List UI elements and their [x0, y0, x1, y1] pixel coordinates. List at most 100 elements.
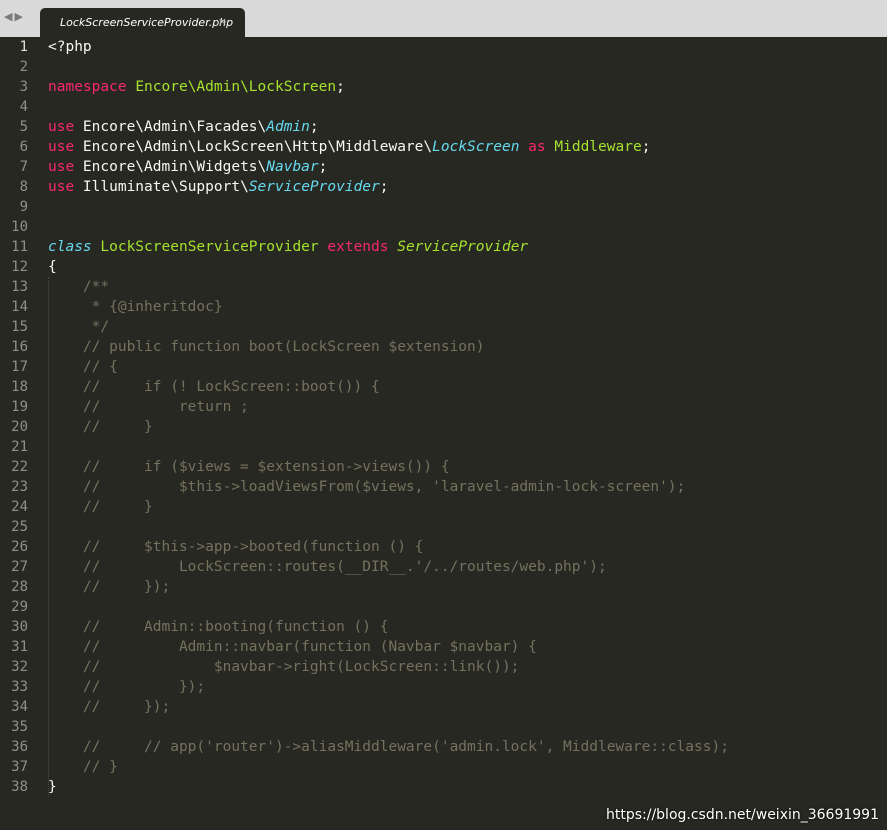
- code-text: */: [48, 317, 109, 337]
- code-line[interactable]: 28 // });: [0, 577, 887, 597]
- code-line[interactable]: 1 <?php: [0, 37, 887, 57]
- code-token: // }: [48, 419, 153, 435]
- code-line[interactable]: 14 * {@inheritdoc}: [0, 297, 887, 317]
- code-token: as: [528, 139, 546, 155]
- code-line[interactable]: 7 use Encore\Admin\Widgets\Navbar;: [0, 157, 887, 177]
- code-token: // }: [48, 759, 118, 775]
- code-line[interactable]: 6 use Encore\Admin\LockScreen\Http\Middle…: [0, 137, 887, 157]
- line-number: 12: [11, 259, 28, 275]
- code-line[interactable]: 37 // }: [0, 757, 887, 777]
- code-token: // }: [48, 499, 153, 515]
- line-number: 18: [11, 379, 28, 395]
- line-number: 22: [11, 459, 28, 475]
- code-text: // LockScreen::routes(__DIR__.'/../route…: [48, 557, 607, 577]
- code-token: Encore\Admin\LockScreen\Http\Middleware\: [74, 139, 433, 155]
- code-text: {: [48, 257, 57, 277]
- code-token: ServiceProvider: [248, 179, 380, 195]
- code-line[interactable]: 38}: [0, 777, 887, 797]
- code-line[interactable]: 29: [0, 597, 887, 617]
- code-line[interactable]: 31 // Admin::navbar(function (Navbar $na…: [0, 637, 887, 657]
- close-icon[interactable]: ×: [218, 15, 227, 28]
- code-line[interactable]: 13 /**: [0, 277, 887, 297]
- code-line[interactable]: 24 // }: [0, 497, 887, 517]
- line-number: 8: [19, 179, 28, 195]
- code-token: // Admin::navbar(function (Navbar $navba…: [48, 639, 537, 655]
- code-token: /**: [48, 279, 110, 295]
- code-line[interactable]: 18 // if (! LockScreen::boot()) {: [0, 377, 887, 397]
- file-tab[interactable]: LockScreenServiceProvider.php ×: [40, 8, 245, 37]
- code-text: // public function boot(LockScreen $exte…: [48, 337, 485, 357]
- code-line[interactable]: 35: [0, 717, 887, 737]
- line-number: 16: [11, 339, 28, 355]
- code-token: }: [48, 779, 57, 795]
- code-token: ;: [309, 119, 319, 135]
- code-line[interactable]: 21: [0, 437, 887, 457]
- code-editor[interactable]: 1 <?php 2 3 namespace Encore\Admin\LockScree…: [0, 37, 887, 830]
- code-token: <?php: [48, 39, 92, 55]
- line-number: 7: [19, 159, 28, 175]
- code-token: // // app('router')->aliasMiddleware('ad…: [48, 739, 729, 755]
- code-line[interactable]: 11 class LockScreenServiceProvider extend…: [0, 237, 887, 257]
- code-line[interactable]: 27 // LockScreen::routes(__DIR__.'/../ro…: [0, 557, 887, 577]
- line-number: 6: [19, 139, 28, 155]
- code-line[interactable]: 19 // return ;: [0, 397, 887, 417]
- line-number: 9: [19, 199, 28, 215]
- line-number: 17: [11, 359, 28, 375]
- code-line[interactable]: 9: [0, 197, 887, 217]
- code-line[interactable]: 12 {: [0, 257, 887, 277]
- code-token: // $this->app->booted(function () {: [48, 539, 424, 555]
- code-token: ;: [641, 139, 651, 155]
- line-number: 23: [11, 479, 28, 495]
- code-token: // });: [48, 679, 206, 695]
- code-line[interactable]: 33 // });: [0, 677, 887, 697]
- code-line[interactable]: 17 // {: [0, 357, 887, 377]
- code-token: ;: [336, 79, 345, 95]
- code-line[interactable]: 2: [0, 57, 887, 77]
- code-line[interactable]: 23 // $this->loadViewsFrom($views, 'lara…: [0, 477, 887, 497]
- code-token: extends: [327, 239, 389, 255]
- code-line[interactable]: 15 */: [0, 317, 887, 337]
- code-token: // });: [48, 699, 171, 715]
- code-token: ;: [318, 159, 328, 175]
- line-number: 31: [11, 639, 28, 655]
- line-number: 4: [19, 99, 28, 115]
- code-line[interactable]: 16 // public function boot(LockScreen $e…: [0, 337, 887, 357]
- code-line[interactable]: 36 // // app('router')->aliasMiddleware(…: [0, 737, 887, 757]
- watermark-url: https://blog.csdn.net/weixin_36691991: [605, 807, 879, 823]
- code-text: // }: [48, 757, 118, 777]
- code-text: class LockScreenServiceProvider extends …: [48, 237, 528, 257]
- code-line[interactable]: 10: [0, 217, 887, 237]
- code-text: // $this->loadViewsFrom($views, 'laravel…: [48, 477, 685, 497]
- code-line[interactable]: 3 namespace Encore\Admin\LockScreen;: [0, 77, 887, 97]
- code-line[interactable]: 5 use Encore\Admin\Facades\Admin;: [0, 117, 887, 137]
- line-number: 28: [11, 579, 28, 595]
- code-token: use: [48, 119, 75, 135]
- line-number: 29: [11, 599, 28, 615]
- line-number: 10: [11, 219, 28, 235]
- code-token: // $this->loadViewsFrom($views, 'laravel…: [48, 479, 686, 495]
- code-text: * {@inheritdoc}: [48, 297, 223, 317]
- line-number: 3: [19, 79, 28, 95]
- code-token: Admin: [266, 119, 310, 135]
- code-text: use Encore\Admin\LockScreen\Http\Middlew…: [48, 137, 650, 157]
- code-token: */: [48, 319, 110, 335]
- code-line[interactable]: 30 // Admin::booting(function () {: [0, 617, 887, 637]
- tab-filename: LockScreenServiceProvider.php: [60, 16, 234, 29]
- code-text: // });: [48, 697, 170, 717]
- code-line[interactable]: 22 // if ($views = $extension->views()) …: [0, 457, 887, 477]
- code-line[interactable]: 4: [0, 97, 887, 117]
- code-text: // Admin::navbar(function (Navbar $navba…: [48, 637, 537, 657]
- code-line[interactable]: 8 use Illuminate\Support\ServiceProvider;: [0, 177, 887, 197]
- code-text: /**: [48, 277, 109, 297]
- code-line[interactable]: 34 // });: [0, 697, 887, 717]
- line-number: 30: [11, 619, 28, 635]
- code-line[interactable]: 26 // $this->app->booted(function () {: [0, 537, 887, 557]
- code-text: // return ;: [48, 397, 249, 417]
- code-line[interactable]: 32 // $navbar->right(LockScreen::link())…: [0, 657, 887, 677]
- left-right-arrows-icon[interactable]: ◀▶: [4, 10, 25, 23]
- code-token: Illuminate\Support\: [74, 179, 249, 195]
- code-line[interactable]: 25: [0, 517, 887, 537]
- code-line[interactable]: 20 // }: [0, 417, 887, 437]
